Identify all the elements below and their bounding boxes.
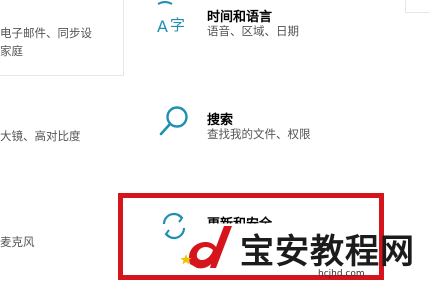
- search-desc: 查找我的文件、权限: [207, 127, 311, 141]
- accounts-desc-line1: 电子邮件、同步设: [0, 26, 92, 40]
- cortana-desc: 麦克风: [0, 235, 35, 249]
- svg-text:字: 字: [170, 16, 185, 34]
- ease-of-access-desc: 大镜、高对比度: [0, 129, 81, 143]
- time-language-desc: 语音、区域、日期: [207, 24, 299, 38]
- search-icon: [159, 106, 188, 136]
- d-logo-icon: [180, 226, 232, 269]
- watermark-url: hcjhd.com: [318, 269, 365, 279]
- watermark-text: 宝安教程网: [240, 232, 415, 272]
- svg-text:A: A: [157, 17, 168, 36]
- accounts-desc-line2: 家庭: [0, 44, 23, 58]
- time-language-icon: A 字: [157, 1, 185, 36]
- tile-border-fragment: [405, 0, 430, 13]
